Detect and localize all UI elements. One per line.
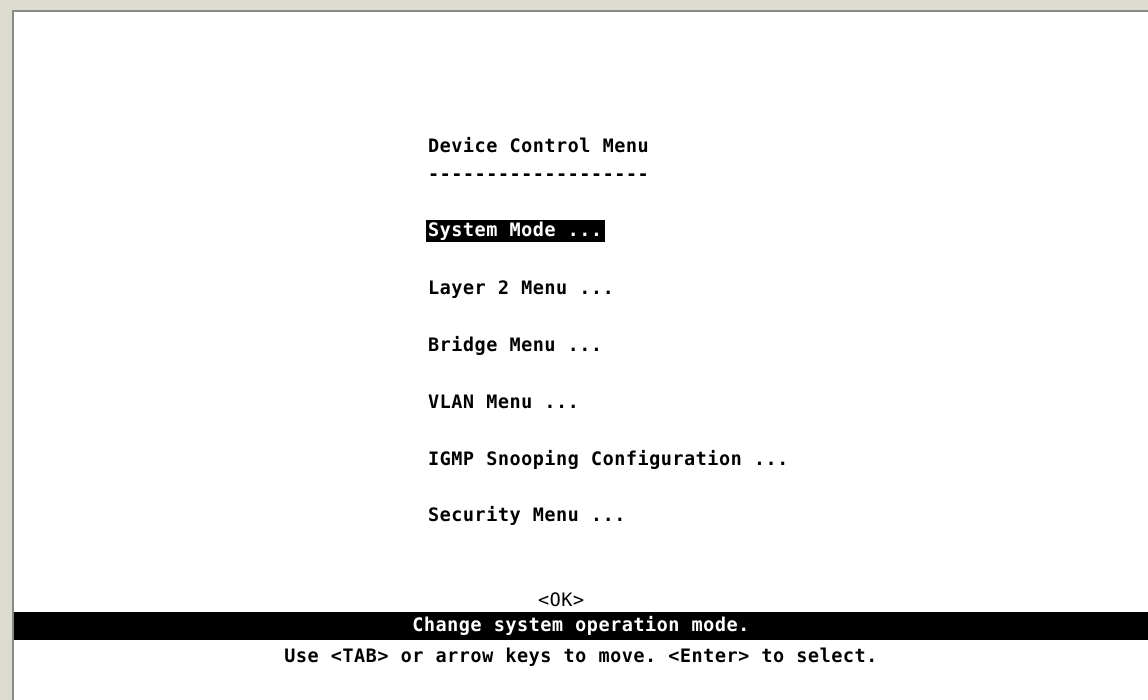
window-frame-top <box>0 0 1148 10</box>
menu-item-igmp-snooping[interactable]: IGMP Snooping Configuration ... <box>426 449 791 471</box>
ok-button[interactable]: <OK> <box>538 590 585 612</box>
terminal-screen: Device Control Menu ------------------- … <box>14 12 1148 700</box>
menu-item-system-mode[interactable]: System Mode ... <box>426 220 605 242</box>
menu-item-vlan-menu[interactable]: VLAN Menu ... <box>426 392 581 414</box>
menu-item-layer2-menu[interactable]: Layer 2 Menu ... <box>426 278 616 300</box>
menu-title: Device Control Menu <box>428 136 650 157</box>
help-text: Use <TAB> or arrow keys to move. <Enter>… <box>284 646 878 667</box>
status-bar: Change system operation mode. <box>14 612 1148 640</box>
menu-title-underline: ------------------- <box>428 164 650 185</box>
window-frame-left <box>0 0 12 700</box>
menu-item-bridge-menu[interactable]: Bridge Menu ... <box>426 335 605 357</box>
menu-item-security-menu[interactable]: Security Menu ... <box>426 505 628 527</box>
status-message: Change system operation mode. <box>412 615 750 636</box>
